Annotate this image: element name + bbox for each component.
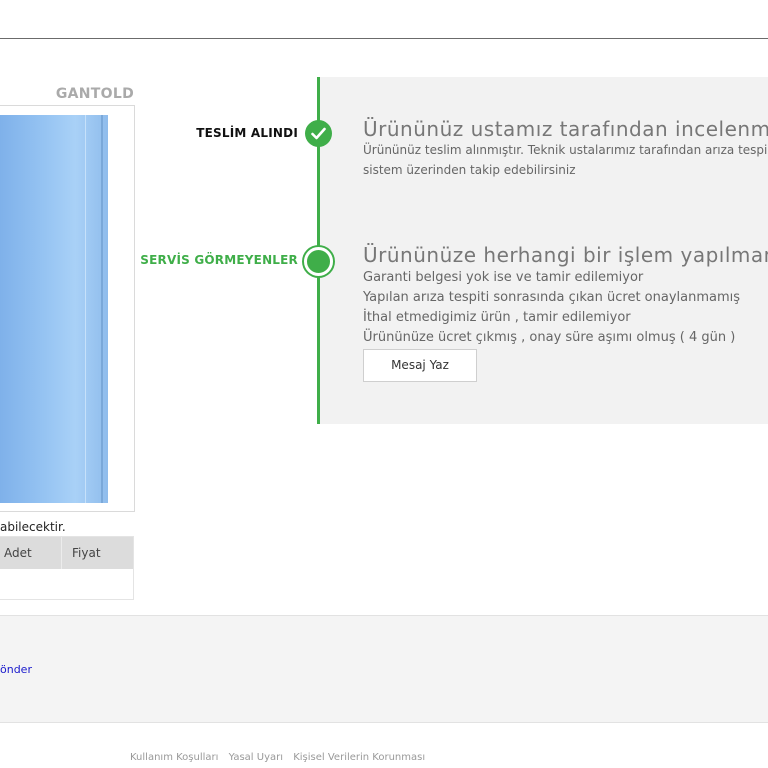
legal-warning-link[interactable]: Yasal Uyarı [229, 752, 283, 763]
product-image [0, 115, 108, 503]
step-title-servis-gormeyenler: Ürününüze herhangi bir işlem yapılmamı [363, 243, 768, 267]
legal-links: Kullanım Koşulları Yasal Uyarı Kişisel V… [130, 752, 432, 763]
product-brand: GANTOLD [55, 86, 134, 102]
column-adet: Adet [0, 537, 62, 569]
privacy-link[interactable]: Kişisel Verilerin Korunması [293, 752, 425, 763]
table-header: Adet Fiyat [0, 537, 133, 569]
description-line: İthal etmedigimiz ürün , tamir edilemiyo… [363, 310, 631, 325]
description-line: Ürününüze ücret çıkmış , onay süre aşımı… [363, 330, 736, 345]
column-fiyat: Fiyat [72, 546, 101, 560]
send-message-button[interactable]: Mesaj Yaz [363, 349, 477, 382]
step-label-servis-gormeyenler: SERVİS GÖRMEYENLER [140, 253, 298, 267]
footer-section: önder [0, 615, 768, 723]
terms-link[interactable]: Kullanım Koşulları [130, 752, 218, 763]
description-line: Yapılan arıza tespiti sonrasında çıkan ü… [363, 290, 741, 305]
header-divider [0, 38, 768, 39]
description-line: sistem üzerinden takip edebilirsiniz [363, 163, 576, 177]
product-note: abilecektir. [0, 520, 66, 534]
product-table: Adet Fiyat [0, 536, 134, 600]
footer-link[interactable]: önder [0, 663, 32, 676]
current-step-dot-icon [304, 247, 333, 276]
step-description-teslim-alindi: Ürününüz teslim alınmıştır. Teknik ustal… [363, 140, 767, 180]
step-title-teslim-alindi: Ürününüz ustamız tarafından incelenmek [363, 117, 768, 141]
table-row [0, 569, 133, 599]
step-description-servis-gormeyenler: Garanti belgesi yok ise ve tamir edilemi… [363, 268, 740, 348]
check-icon [305, 120, 332, 147]
description-line: Ürününüz teslim alınmıştır. Teknik ustal… [363, 143, 768, 157]
description-line: Garanti belgesi yok ise ve tamir edilemi… [363, 270, 644, 285]
step-label-teslim-alindi: TESLİM ALINDI [196, 126, 298, 140]
